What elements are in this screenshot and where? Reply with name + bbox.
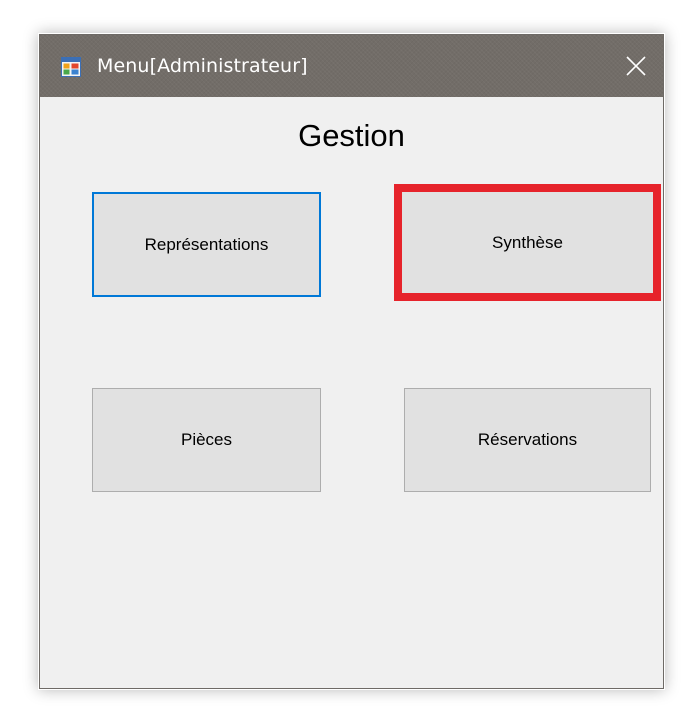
close-icon (626, 56, 646, 76)
pieces-button-label: Pièces (180, 430, 233, 449)
menu-window: Menu[Administrateur] Gestion Représentat… (39, 34, 664, 689)
representations-button-label: Représentations (144, 234, 269, 254)
windows-form-icon (61, 57, 81, 77)
close-button[interactable] (609, 35, 663, 97)
pieces-button[interactable]: Pièces (92, 388, 321, 492)
reservations-button[interactable]: Réservations (404, 388, 651, 492)
synthese-button-label: Synthèse (492, 232, 563, 252)
representations-button[interactable]: Représentations (92, 192, 321, 297)
window-title: Menu[Administrateur] (97, 55, 308, 77)
synthese-button[interactable]: Synthèse (394, 184, 661, 301)
title-bar[interactable]: Menu[Administrateur] (40, 35, 663, 97)
page-title: Gestion (298, 118, 405, 153)
reservations-button-label: Réservations (477, 430, 578, 449)
